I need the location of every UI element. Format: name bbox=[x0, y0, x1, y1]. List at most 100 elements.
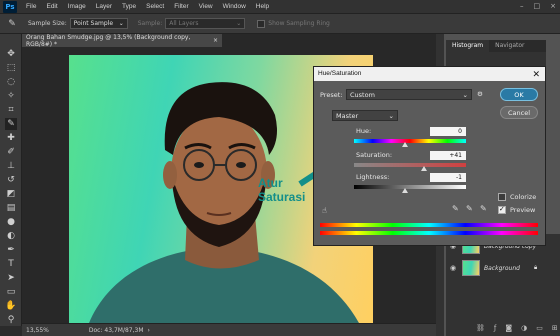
menu-layer[interactable]: Layer bbox=[91, 3, 117, 10]
move-tool-icon[interactable]: ✥ bbox=[5, 48, 17, 60]
menu-image[interactable]: Image bbox=[63, 3, 91, 10]
preset-options-icon[interactable]: ⚙ bbox=[477, 90, 483, 98]
eraser-tool-icon[interactable]: ◩ bbox=[5, 188, 17, 200]
history-brush-tool-icon[interactable]: ↺ bbox=[5, 174, 17, 186]
window-controls: – □ × bbox=[520, 2, 556, 10]
close-icon[interactable]: × bbox=[550, 2, 556, 10]
document-tab-title: Orang Bahan Smudge.jpg @ 13,5% (Backgrou… bbox=[26, 33, 191, 48]
link-icon[interactable]: ⛓ bbox=[476, 324, 485, 332]
sample-select[interactable]: All Layers ⌄ bbox=[165, 18, 246, 29]
colorize-checkbox[interactable] bbox=[498, 193, 506, 201]
eyedropper-tool-icon[interactable]: ✎ bbox=[5, 118, 17, 130]
marquee-tool-icon[interactable]: ⬚ bbox=[5, 62, 17, 74]
output-spectrum-bar bbox=[320, 231, 538, 235]
fx-icon[interactable]: ƒ bbox=[494, 324, 496, 332]
dialog-title: Hue/Saturation bbox=[318, 70, 362, 77]
menu-select[interactable]: Select bbox=[141, 3, 169, 10]
lightness-slider-thumb[interactable] bbox=[402, 188, 408, 193]
folder-icon[interactable]: ▭ bbox=[536, 324, 543, 332]
cancel-button[interactable]: Cancel bbox=[500, 106, 538, 119]
menu-edit[interactable]: Edit bbox=[41, 3, 62, 10]
document-tab-bar: Orang Bahan Smudge.jpg @ 13,5% (Backgrou… bbox=[22, 33, 436, 48]
saturation-slider[interactable] bbox=[354, 163, 466, 167]
document-tab[interactable]: Orang Bahan Smudge.jpg @ 13,5% (Backgrou… bbox=[22, 33, 222, 48]
close-icon[interactable]: ✕ bbox=[532, 67, 540, 81]
preview-label: Preview bbox=[510, 206, 536, 214]
gradient-tool-icon[interactable]: ▤ bbox=[5, 202, 17, 214]
dialog-titlebar: Hue/Saturation ✕ bbox=[314, 67, 545, 81]
zoom-level[interactable]: 13,55% bbox=[26, 327, 49, 334]
menu-file[interactable]: File bbox=[21, 3, 41, 10]
menu-view[interactable]: View bbox=[194, 3, 218, 10]
layer-name: Background bbox=[484, 264, 520, 272]
hand-adjust-icon[interactable]: ☝ bbox=[322, 206, 327, 215]
ok-button[interactable]: OK bbox=[500, 88, 538, 101]
sample-size-label: Sample Size: bbox=[28, 20, 67, 27]
lasso-tool-icon[interactable]: ◌ bbox=[5, 76, 17, 88]
sample-size-select[interactable]: Point Sample ⌄ bbox=[69, 18, 128, 29]
zoom-tool-icon[interactable]: ⚲ bbox=[5, 314, 17, 326]
hand-tool-icon[interactable]: ✋ bbox=[5, 300, 17, 312]
blur-tool-icon[interactable]: ● bbox=[5, 216, 17, 228]
new-layer-icon[interactable]: ⊞ bbox=[552, 324, 558, 332]
eyedropper-tool-icon[interactable]: ✎ bbox=[6, 18, 18, 30]
menu-filter[interactable]: Filter bbox=[169, 3, 193, 10]
colorize-label: Colorize bbox=[510, 193, 537, 201]
adjustment-icon[interactable]: ◑ bbox=[521, 324, 527, 332]
hue-slider[interactable] bbox=[354, 139, 466, 143]
type-tool-icon[interactable]: T bbox=[5, 258, 17, 270]
tab-histogram[interactable]: Histogram bbox=[446, 40, 490, 52]
dodge-tool-icon[interactable]: ◐ bbox=[5, 230, 17, 242]
quick-select-tool-icon[interactable]: ✧ bbox=[5, 90, 17, 102]
doc-info: Doc: 43,7M/87,3M bbox=[88, 326, 144, 334]
hue-input[interactable]: 0 bbox=[430, 127, 466, 136]
show-ring-checkbox[interactable] bbox=[257, 19, 266, 28]
chevron-down-icon: ⌄ bbox=[236, 20, 242, 27]
status-bar: 13,55% Doc: 43,7M/87,3M › bbox=[22, 323, 436, 336]
options-bar: ✎ Sample Size: Point Sample ⌄ Sample: Al… bbox=[0, 14, 560, 34]
eyedropper-minus-icon[interactable]: ✎ bbox=[480, 204, 487, 213]
healing-tool-icon[interactable]: ✚ bbox=[5, 132, 17, 144]
stamp-tool-icon[interactable]: ⊥ bbox=[5, 160, 17, 172]
sample-value: All Layers bbox=[169, 20, 199, 27]
menu-help[interactable]: Help bbox=[251, 3, 274, 10]
shape-tool-icon[interactable]: ▭ bbox=[5, 286, 17, 298]
eye-icon[interactable]: ◉ bbox=[448, 264, 458, 272]
saturation-input[interactable]: +41 bbox=[430, 151, 466, 160]
channel-value: Master bbox=[336, 111, 359, 120]
saturation-slider-thumb[interactable] bbox=[421, 166, 427, 171]
preview-checkbox[interactable] bbox=[498, 205, 506, 214]
layer-row[interactable]: ◉ Background 🔒︎ bbox=[446, 258, 560, 278]
chevron-down-icon: ⌄ bbox=[388, 111, 394, 120]
brush-tool-icon[interactable]: ✐ bbox=[5, 146, 17, 158]
menu-window[interactable]: Window bbox=[218, 3, 251, 10]
mask-icon[interactable]: ◙ bbox=[505, 324, 512, 332]
channel-select[interactable]: Master ⌄ bbox=[332, 110, 398, 121]
histogram-tabs: Histogram Navigator bbox=[446, 40, 546, 52]
pen-tool-icon[interactable]: ✒ bbox=[5, 244, 17, 256]
layer-thumbnail bbox=[462, 260, 480, 276]
close-tab-icon[interactable]: × bbox=[213, 37, 218, 44]
chevron-down-icon: ⌄ bbox=[462, 90, 468, 99]
hue-saturation-dialog: Hue/Saturation ✕ Preset: Custom ⌄ ⚙ OK C… bbox=[313, 66, 546, 246]
hue-slider-thumb[interactable] bbox=[402, 142, 408, 147]
maximize-icon[interactable]: □ bbox=[534, 2, 541, 10]
layers-footer: ⛓ ƒ ◙ ◑ ▭ ⊞ 🗑︎ bbox=[476, 324, 560, 332]
menu-bar: Ps File Edit Image Layer Type Select Fil… bbox=[0, 0, 560, 14]
eyedropper-plus-icon[interactable]: ✎ bbox=[466, 204, 473, 213]
tab-navigator[interactable]: Navigator bbox=[489, 40, 530, 52]
chevron-right-icon[interactable]: › bbox=[148, 327, 150, 334]
crop-tool-icon[interactable]: ⌗ bbox=[5, 104, 17, 116]
lightness-input[interactable]: -1 bbox=[430, 173, 466, 182]
sample-label: Sample: bbox=[137, 20, 163, 27]
menu-type[interactable]: Type bbox=[117, 3, 141, 10]
preset-select[interactable]: Custom ⌄ bbox=[346, 89, 472, 100]
tools-panel: ✥ ⬚ ◌ ✧ ⌗ ✎ ✚ ✐ ⊥ ↺ ◩ ▤ ● ◐ ✒ T ➤ ▭ ✋ ⚲ bbox=[0, 34, 22, 326]
path-select-tool-icon[interactable]: ➤ bbox=[5, 272, 17, 284]
hue-label: Hue: bbox=[356, 127, 372, 135]
minimize-icon[interactable]: – bbox=[520, 2, 524, 10]
show-ring-label: Show Sampling Ring bbox=[268, 20, 330, 27]
input-spectrum-bar bbox=[320, 223, 538, 227]
eyedropper-icon[interactable]: ✎ bbox=[452, 204, 459, 213]
lightness-slider[interactable] bbox=[354, 185, 466, 189]
